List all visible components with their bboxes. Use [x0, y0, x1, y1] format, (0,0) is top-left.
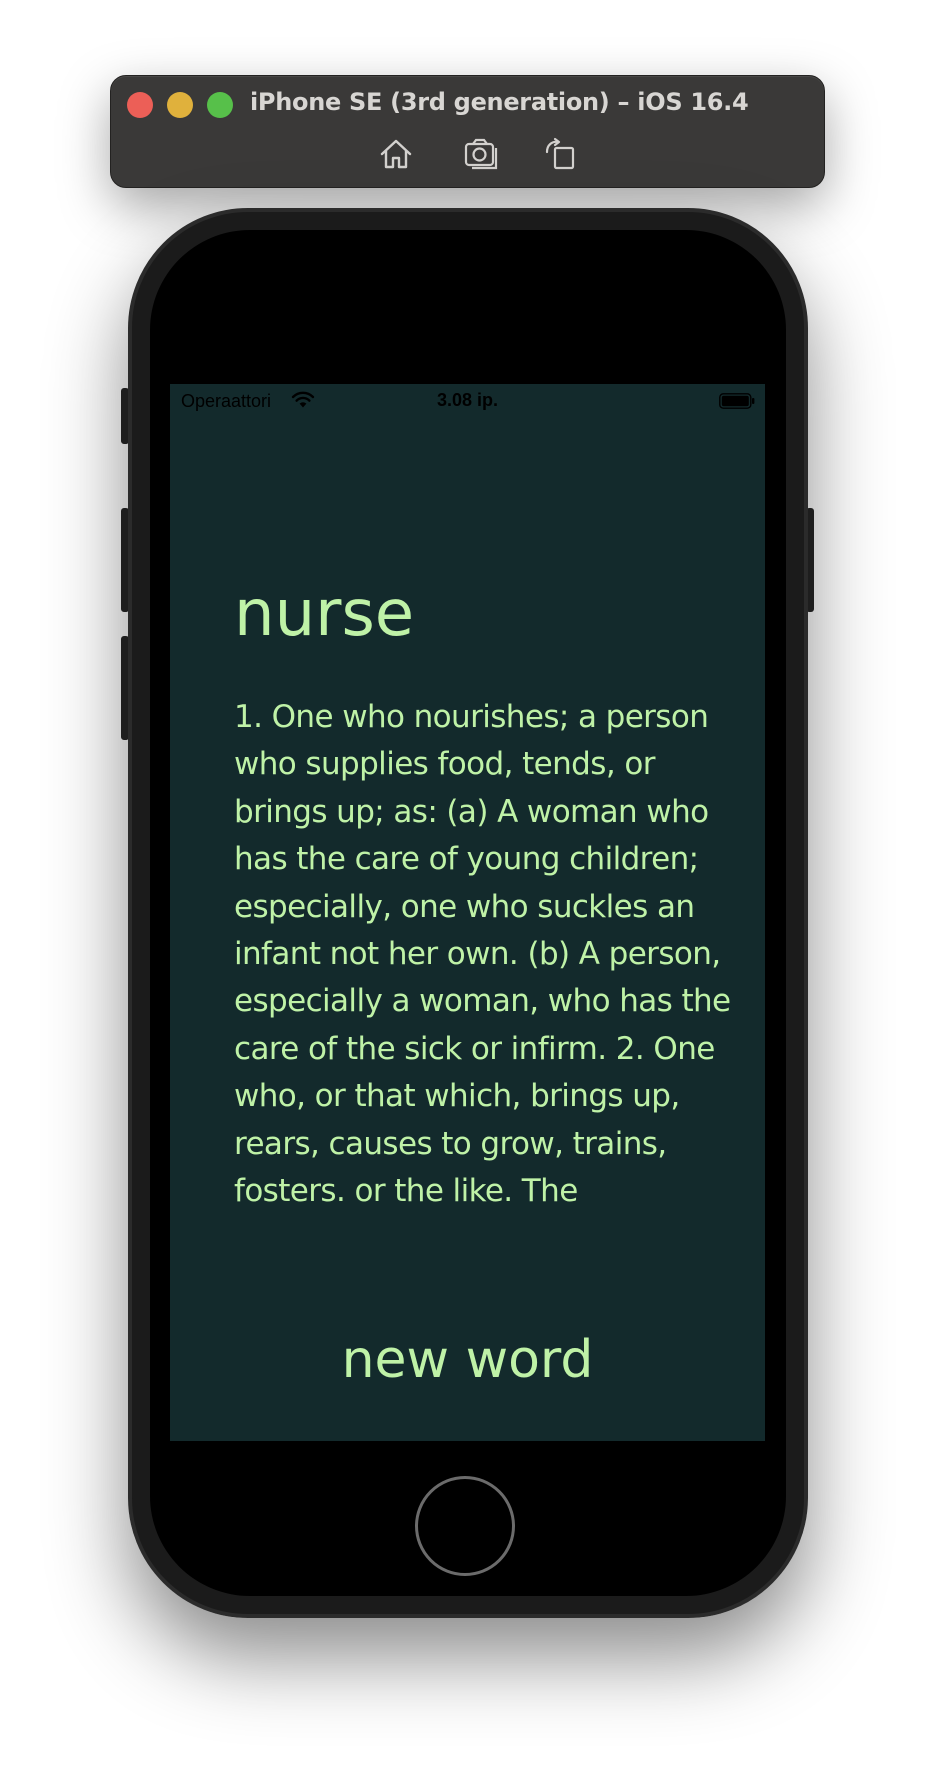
desktop-stage: iPhone SE (3rd generation) – iOS 16.4 Op… — [0, 0, 936, 1766]
close-window-button[interactable] — [127, 92, 153, 118]
home-icon[interactable] — [376, 136, 416, 172]
rotate-icon[interactable] — [541, 136, 581, 172]
definition-scroll-view[interactable]: 1. One who nourishes; a person who suppl… — [234, 694, 754, 1294]
minimize-window-button[interactable] — [167, 92, 193, 118]
home-button[interactable] — [415, 1476, 515, 1576]
new-word-button[interactable]: new word — [170, 1331, 765, 1389]
battery-icon — [719, 393, 755, 409]
app-screen: Operaattori 3.08 ip. nurse 1. One who no… — [170, 384, 765, 1441]
word-title: nurse — [234, 577, 415, 651]
screenshot-icon[interactable] — [463, 136, 503, 172]
simulator-title: iPhone SE (3rd generation) – iOS 16.4 — [250, 88, 749, 116]
definition-text: 1. One who nourishes; a person who suppl… — [234, 699, 731, 1210]
status-time: 3.08 ip. — [436, 390, 499, 410]
zoom-window-button[interactable] — [207, 92, 233, 118]
status-bar: Operaattori 3.08 ip. — [170, 384, 765, 420]
simulator-titlebar: iPhone SE (3rd generation) – iOS 16.4 — [110, 75, 825, 188]
